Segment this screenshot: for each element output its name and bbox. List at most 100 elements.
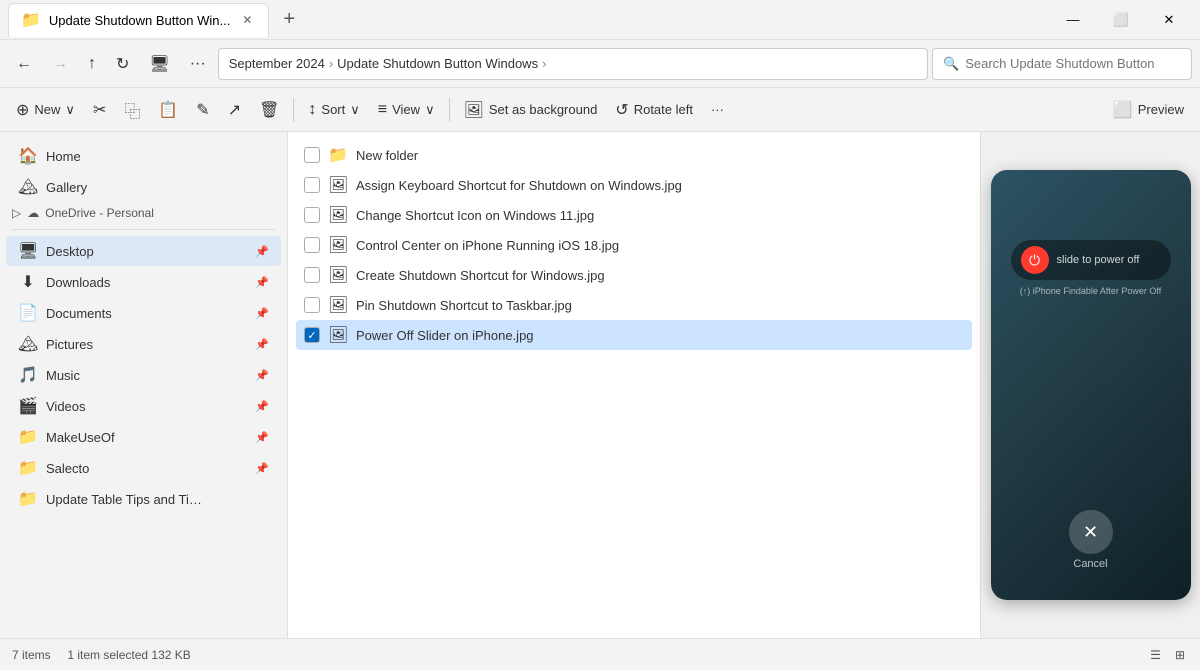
search-input[interactable]: [965, 56, 1181, 71]
more-icon: ···: [711, 102, 724, 117]
up-button[interactable]: ↑: [80, 49, 104, 79]
sidebar-pictures-label: Pictures: [46, 337, 247, 352]
cut-button[interactable]: ✂: [85, 93, 114, 127]
forward-button[interactable]: →: [44, 49, 76, 79]
new-button[interactable]: ⊕ New ∨: [8, 93, 83, 127]
sidebar-item-desktop[interactable]: 🖥 Desktop 📌: [6, 236, 281, 266]
list-view-icon[interactable]: ☰: [1147, 645, 1164, 665]
back-button[interactable]: ←: [8, 49, 40, 79]
selected-info: 1 item selected 132 KB: [67, 648, 190, 662]
preview-button[interactable]: ⬜ Preview: [1105, 93, 1192, 127]
sidebar-home-label: Home: [46, 149, 269, 164]
set-background-button[interactable]: 🖼 Set as background: [456, 93, 606, 127]
image-icon: 🖼: [328, 325, 348, 345]
new-tab-button[interactable]: +: [275, 6, 303, 33]
list-item[interactable]: 🖼 Pin Shutdown Shortcut to Taskbar.jpg: [296, 290, 972, 320]
breadcrumb-september[interactable]: September 2024: [229, 56, 325, 71]
main-layout: 🏠 Home 🏔 Gallery ▷ ☁ OneDrive - Personal…: [0, 132, 1200, 638]
file-checkbox[interactable]: [304, 147, 320, 163]
music-pin-icon: 📌: [255, 369, 269, 382]
breadcrumb-folder[interactable]: Update Shutdown Button Windows: [337, 56, 538, 71]
file-name: Pin Shutdown Shortcut to Taskbar.jpg: [356, 298, 572, 313]
slide-to-power-off-text: slide to power off: [1057, 254, 1140, 266]
sort-button[interactable]: ↕ Sort ∨: [300, 93, 367, 127]
preview-subtitle: (↑) iPhone Findable After Power Off: [1020, 286, 1161, 296]
view-label: View: [392, 102, 420, 117]
list-item[interactable]: ✓ 🖼 Power Off Slider on iPhone.jpg: [296, 320, 972, 350]
sidebar-item-documents[interactable]: 📄 Documents 📌: [6, 298, 281, 328]
list-item[interactable]: 🖼 Create Shutdown Shortcut for Windows.j…: [296, 260, 972, 290]
tab-close-button[interactable]: ✕: [238, 11, 256, 29]
more-options-button[interactable]: ···: [703, 93, 732, 127]
sidebar-item-home[interactable]: 🏠 Home: [6, 141, 281, 171]
salecto-pin-icon: 📌: [255, 462, 269, 475]
pictures-icon: 🏔: [18, 334, 38, 354]
sidebar-item-music[interactable]: 🎵 Music 📌: [6, 360, 281, 390]
rename-button[interactable]: ✎: [188, 93, 217, 127]
list-item[interactable]: 🖼 Control Center on iPhone Running iOS 1…: [296, 230, 972, 260]
view-icon: ≡: [378, 101, 387, 119]
image-icon: 🖼: [328, 205, 348, 225]
rotate-left-button[interactable]: ↺ Rotate left: [607, 93, 701, 127]
grid-view-icon[interactable]: ⊞: [1172, 645, 1188, 665]
image-icon: 🖼: [328, 235, 348, 255]
file-checkbox[interactable]: [304, 177, 320, 193]
sidebar-item-pictures[interactable]: 🏔 Pictures 📌: [6, 329, 281, 359]
search-box[interactable]: 🔍: [932, 48, 1192, 80]
sort-label: Sort: [321, 102, 345, 117]
paste-button[interactable]: 📋: [150, 93, 186, 127]
sidebar-music-label: Music: [46, 368, 247, 383]
sidebar-item-updatetable[interactable]: 📁 Update Table Tips and Tips in Wor...: [6, 484, 281, 514]
display-button[interactable]: 🖥: [141, 48, 177, 80]
file-checkbox[interactable]: ✓: [304, 327, 320, 343]
close-button[interactable]: ✕: [1146, 5, 1192, 35]
sidebar-item-makeuseoff[interactable]: 📁 MakeUseOf 📌: [6, 422, 281, 452]
sidebar-updatetable-label: Update Table Tips and Tips in Wor...: [46, 492, 206, 507]
title-bar: 📁 Update Shutdown Button Win... ✕ + — ⬜ …: [0, 0, 1200, 40]
sidebar-item-videos[interactable]: 🎬 Videos 📌: [6, 391, 281, 421]
list-item[interactable]: 🖼 Change Shortcut Icon on Windows 11.jpg: [296, 200, 972, 230]
makeuseoff-pin-icon: 📌: [255, 431, 269, 444]
file-name: Create Shutdown Shortcut for Windows.jpg: [356, 268, 605, 283]
image-icon: 🖼: [328, 295, 348, 315]
maximize-button[interactable]: ⬜: [1098, 5, 1144, 35]
new-icon: ⊕: [16, 100, 29, 120]
pictures-pin-icon: 📌: [255, 338, 269, 351]
sidebar-divider: [12, 229, 275, 230]
active-tab[interactable]: 📁 Update Shutdown Button Win... ✕: [8, 3, 269, 37]
rotate-left-label: Rotate left: [634, 102, 693, 117]
minimize-button[interactable]: —: [1050, 5, 1096, 35]
file-checkbox[interactable]: [304, 297, 320, 313]
share-button[interactable]: ↗: [220, 93, 249, 127]
power-button-icon: ⏻: [1021, 246, 1049, 274]
toolbar-separator-2: [449, 98, 450, 122]
file-checkbox[interactable]: [304, 267, 320, 283]
cut-icon: ✂: [93, 100, 106, 120]
sidebar-desktop-label: Desktop: [46, 244, 247, 259]
preview-image: ⏻ slide to power off (↑) iPhone Findable…: [991, 170, 1191, 600]
list-item[interactable]: 📁 New folder: [296, 140, 972, 170]
view-button[interactable]: ≡ View ∨: [370, 93, 443, 127]
file-checkbox[interactable]: [304, 207, 320, 223]
more-nav-button[interactable]: ···: [182, 49, 214, 79]
image-icon: 🖼: [328, 175, 348, 195]
breadcrumb: September 2024 › Update Shutdown Button …: [218, 48, 928, 80]
sidebar-item-salecto[interactable]: 📁 Salecto 📌: [6, 453, 281, 483]
sidebar-item-downloads[interactable]: ⬇ Downloads 📌: [6, 267, 281, 297]
list-item[interactable]: 🖼 Assign Keyboard Shortcut for Shutdown …: [296, 170, 972, 200]
rename-icon: ✎: [196, 100, 209, 120]
copy-button[interactable]: ⿻: [116, 93, 148, 127]
tab-title: Update Shutdown Button Win...: [49, 13, 230, 28]
nav-bar: ← → ↑ ↻ 🖥 ··· September 2024 › Update Sh…: [0, 40, 1200, 88]
sidebar-item-gallery[interactable]: 🏔 Gallery: [6, 172, 281, 202]
sort-icon: ↕: [308, 101, 316, 119]
videos-pin-icon: 📌: [255, 400, 269, 413]
gallery-icon: 🏔: [18, 177, 38, 197]
delete-button[interactable]: 🗑: [251, 93, 287, 127]
updatetable-icon: 📁: [18, 489, 38, 509]
refresh-button[interactable]: ↻: [108, 48, 137, 80]
file-checkbox[interactable]: [304, 237, 320, 253]
status-info: 7 items 1 item selected 132 KB: [12, 648, 191, 662]
sidebar-group-onedrive[interactable]: ▷ ☁ OneDrive - Personal: [0, 203, 287, 223]
item-count: 7 items: [12, 648, 51, 662]
